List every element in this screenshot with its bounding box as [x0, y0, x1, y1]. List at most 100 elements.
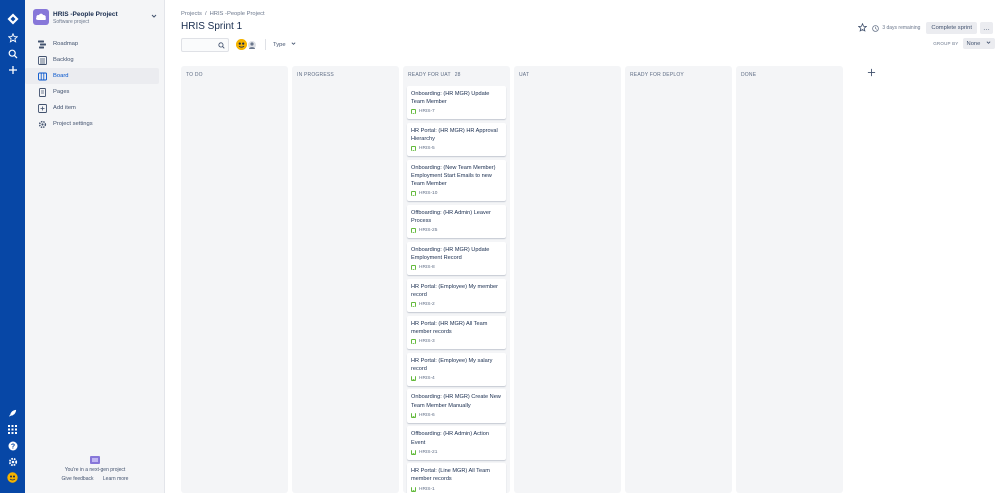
app-switcher-icon[interactable] — [6, 423, 19, 436]
board-column-uat: UAT — [514, 66, 621, 493]
issue-card[interactable]: Onboarding: (HR MGR) Create New Team Mem… — [407, 389, 506, 423]
board-toolbar: Type GROUP BY None — [181, 37, 999, 53]
nextgen-text: You're in a next-gen project — [64, 467, 126, 473]
group-by-label: GROUP BY — [933, 41, 959, 46]
sidebar-item-label: Roadmap — [53, 41, 79, 47]
sidebar-item-pages[interactable]: Pages — [25, 84, 159, 100]
project-nav: Roadmap Backlog Board Pages Add item Pro… — [25, 36, 159, 132]
breadcrumb-project[interactable]: HRIS -People Project — [210, 11, 265, 17]
card-summary: HR Portal: (Employee) My member record — [411, 283, 499, 298]
star-icon[interactable] — [858, 22, 868, 34]
project-type: Software project — [53, 19, 90, 25]
toolbar-divider — [265, 39, 266, 50]
board-column-done: DONE — [736, 66, 843, 493]
card-key: HRIS-7 — [419, 109, 435, 115]
assignee-filter — [235, 38, 263, 52]
issue-card[interactable]: Onboarding: (HR MGR) Update Employment R… — [407, 241, 506, 276]
issue-card[interactable]: Onboarding: (New Team Member) Employment… — [407, 159, 506, 202]
project-sidebar: HRIS -People Project Software project Ro… — [25, 0, 165, 493]
card-summary: Offboarding: (HR Admin) Action Event — [411, 431, 489, 446]
issue-card[interactable]: HR Portal: (HR MGR) HR Approval Hierarch… — [407, 122, 506, 157]
sidebar-item-backlog[interactable]: Backlog — [25, 52, 159, 68]
card-key: HRIS-21 — [419, 449, 438, 455]
card-key: HRIS-3 — [419, 339, 435, 345]
search-input[interactable] — [181, 38, 229, 52]
plus-icon[interactable] — [6, 63, 19, 76]
type-filter[interactable]: Type — [273, 41, 296, 48]
chevron-down-icon — [986, 41, 991, 44]
roadmap-icon — [37, 39, 47, 49]
story-icon — [411, 228, 416, 234]
add-item-icon — [37, 103, 47, 113]
sidebar-item-label: Project settings — [53, 121, 93, 127]
more-actions-button[interactable]: … — [980, 22, 993, 34]
svg-text:?: ? — [10, 443, 14, 450]
issue-card[interactable]: Onboarding: (HR MGR) Update Team Member H… — [407, 86, 506, 120]
search-icon[interactable] — [6, 47, 19, 60]
rocket-icon[interactable] — [6, 407, 19, 420]
give-feedback-link[interactable]: Give feedback — [62, 476, 94, 482]
learn-more-link[interactable]: Learn more — [103, 476, 129, 482]
plus-icon — [867, 68, 875, 77]
sidebar-item-add-item[interactable]: Add item — [25, 100, 159, 116]
sidebar-item-label: Backlog — [53, 57, 74, 63]
main-content: Projects / HRIS -People Project HRIS Sprin… — [166, 0, 999, 493]
user-avatar-icon[interactable] — [6, 471, 19, 484]
issue-card[interactable]: Offboarding: (HR Admin) Action Event HRIS… — [407, 426, 506, 460]
column-header: DONE — [741, 72, 760, 78]
project-switcher[interactable]: HRIS -People Project Software project — [33, 9, 157, 27]
card-key: HRIS-2 — [419, 302, 435, 308]
column-header: READY FOR UAT 28 — [408, 72, 461, 78]
add-column-button[interactable] — [864, 66, 878, 79]
breadcrumb-projects[interactable]: Projects — [181, 11, 202, 17]
type-filter-label: Type — [273, 42, 286, 48]
board-column-ready-for-deploy: READY FOR DEPLOY — [625, 66, 732, 493]
breadcrumb-separator: / — [204, 11, 207, 17]
chevron-down-icon — [291, 42, 296, 48]
global-nav: ? — [0, 0, 25, 493]
board-column-todo: TO DO — [181, 66, 288, 493]
issue-card[interactable]: HR Portal: (Line MGR) All Team member re… — [407, 463, 506, 493]
column-header: IN PROGRESS — [297, 72, 338, 78]
sidebar-item-label: Pages — [53, 89, 70, 95]
sidebar-item-project-settings[interactable]: Project settings — [25, 116, 159, 132]
card-key: HRIS-8 — [419, 265, 435, 271]
card-key: HRIS-5 — [419, 146, 435, 152]
sidebar-item-roadmap[interactable]: Roadmap — [25, 36, 159, 52]
help-icon[interactable]: ? — [6, 439, 19, 452]
settings-icon[interactable] — [6, 455, 19, 468]
card-key: HRIS-25 — [419, 228, 438, 234]
chevron-down-icon[interactable] — [151, 13, 157, 21]
issue-card[interactable]: HR Portal: (HR MGR) All Team member reco… — [407, 315, 506, 350]
story-icon — [411, 449, 416, 455]
card-key: HRIS-1 — [419, 486, 435, 492]
issue-card[interactable]: Offboarding: (HR Admin) Leaver Process HR… — [407, 204, 506, 239]
pages-icon — [37, 87, 47, 97]
project-name: HRIS -People Project — [53, 11, 118, 18]
board-column-ready-for-uat: READY FOR UAT 28 Onboarding: (HR MGR) Upd… — [403, 66, 510, 493]
star-icon[interactable] — [6, 31, 19, 44]
story-icon — [411, 412, 416, 418]
card-summary: Onboarding: (HR MGR) Update Employment R… — [411, 246, 490, 262]
jira-logo-icon[interactable] — [6, 12, 19, 25]
column-title: READY FOR UAT — [408, 72, 451, 78]
remaining-text: 3 days remaining — [882, 25, 921, 31]
card-summary: HR Portal: (HR MGR) HR Approval Hierarch… — [411, 127, 498, 143]
backlog-icon — [37, 55, 47, 65]
sidebar-item-label: Board — [53, 73, 69, 79]
page-title: HRIS Sprint 1 — [181, 21, 243, 32]
next-gen-icon — [90, 456, 100, 464]
column-count: 28 — [454, 72, 461, 78]
header-actions: 3 days remaining Complete sprint … — [858, 22, 993, 34]
complete-sprint-button[interactable]: Complete sprint — [926, 22, 977, 34]
issue-card[interactable]: HR Portal: (Employee) My salary record HR… — [407, 352, 506, 386]
issue-card[interactable]: HR Portal: (Employee) My member record HR… — [407, 278, 506, 313]
unassigned-avatar[interactable] — [247, 40, 257, 50]
group-by-select[interactable]: None — [962, 38, 995, 49]
sidebar-item-board[interactable]: Board — [25, 68, 159, 84]
card-list: Onboarding: (HR MGR) Update Team Member H… — [407, 86, 506, 493]
card-summary: Onboarding: (HR MGR) Create New Team Mem… — [411, 394, 501, 409]
project-avatar — [33, 9, 49, 25]
card-key: HRIS-10 — [419, 191, 438, 197]
card-summary: HR Portal: (Line MGR) All Team member re… — [411, 468, 490, 483]
